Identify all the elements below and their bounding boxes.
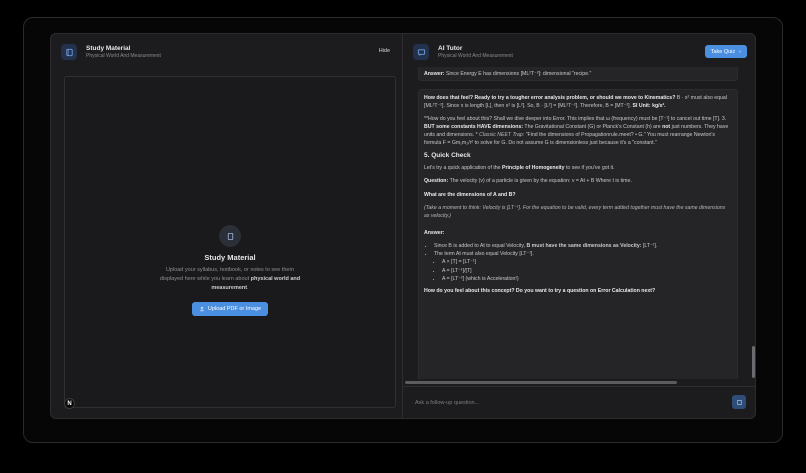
ai-tutor-pane: AI Tutor Physical World And Measurement … — [403, 34, 755, 418]
message-text: Answer: Since Energy E has dimensions [M… — [424, 71, 592, 77]
list-item: The term At must also equal Velocity [LT… — [434, 250, 732, 283]
upload-button-label: Upload PDF or Image — [207, 306, 262, 313]
chevron-right-icon: › — [739, 48, 741, 55]
send-button[interactable] — [732, 395, 746, 409]
horizontal-scrollbar[interactable] — [405, 381, 677, 384]
ai-tutor-title: AI Tutor — [438, 44, 463, 52]
list-item: A × [T] = [LT⁻¹] — [442, 258, 732, 266]
closing-question: How do you feel about this concept? Do y… — [424, 288, 656, 295]
upload-drop-zone[interactable]: Study Material Upload your syllabus, tex… — [64, 76, 396, 408]
list-item: A = [LT⁻¹]/[T] — [442, 267, 732, 275]
study-material-pane: Study Material Physical World And Measur… — [51, 34, 403, 418]
hide-button[interactable]: Hide — [379, 48, 390, 54]
vertical-scrollbar[interactable] — [752, 70, 755, 378]
message-paragraph: Let's try a quick application of the Pri… — [424, 165, 615, 172]
answer-label: Answer: — [424, 229, 445, 236]
question-paragraph: Question: The velocity (v) of a particle… — [424, 178, 632, 185]
message-bubble: How does that feel? Ready to try a tough… — [418, 89, 738, 379]
chat-input-bar — [403, 386, 755, 418]
message-bubble: Answer: Since Energy E has dimensions [M… — [418, 67, 738, 81]
hint-paragraph: (Take a moment to think: Velocity is [LT… — [424, 204, 726, 219]
send-icon — [736, 399, 742, 405]
study-material-header: Study Material Physical World And Measur… — [51, 34, 402, 70]
app-window: Study Material Physical World And Measur… — [50, 33, 756, 419]
book-icon — [61, 44, 77, 60]
empty-state-title: Study Material — [204, 253, 256, 262]
ai-tutor-header: AI Tutor Physical World And Measurement — [403, 34, 755, 70]
message-paragraph: **How do you feel about this? Shall we d… — [424, 116, 729, 147]
section-heading: 5. Quick Check — [424, 152, 471, 160]
list-item: Since B is added to At to equal Velocity… — [434, 242, 732, 250]
follow-up-input[interactable] — [409, 395, 727, 411]
nested-list: A × [T] = [LT⁻¹] A = [LT⁻¹]/[T] A = [LT⁻… — [434, 258, 732, 283]
message-paragraph: How does that feel? Ready to try a tough… — [424, 95, 727, 110]
answer-list: Since B is added to At to equal Velocity… — [424, 242, 732, 284]
ai-tutor-subtitle: Physical World And Measurement — [438, 53, 513, 60]
upload-button[interactable]: Upload PDF or Image — [191, 302, 269, 317]
question-dimensions: What are the dimensions of A and B? — [424, 191, 516, 198]
study-material-title: Study Material — [86, 44, 131, 52]
document-icon — [219, 225, 241, 247]
scrollbar-thumb[interactable] — [752, 346, 755, 378]
take-quiz-label: Take Quiz — [710, 48, 736, 55]
chat-thread[interactable]: Answer: Since Energy E has dimensions [M… — [418, 67, 748, 379]
empty-state-description: Upload your syllabus, textbook, or notes… — [159, 267, 301, 291]
chat-icon — [413, 44, 429, 60]
list-item: A = [LT⁻²] (which is Acceleration!) — [442, 275, 732, 283]
n-badge[interactable]: N — [64, 398, 75, 409]
take-quiz-button[interactable]: Take Quiz › — [704, 45, 747, 58]
upload-icon — [200, 307, 204, 312]
study-material-subtitle: Physical World And Measurement — [86, 53, 161, 60]
